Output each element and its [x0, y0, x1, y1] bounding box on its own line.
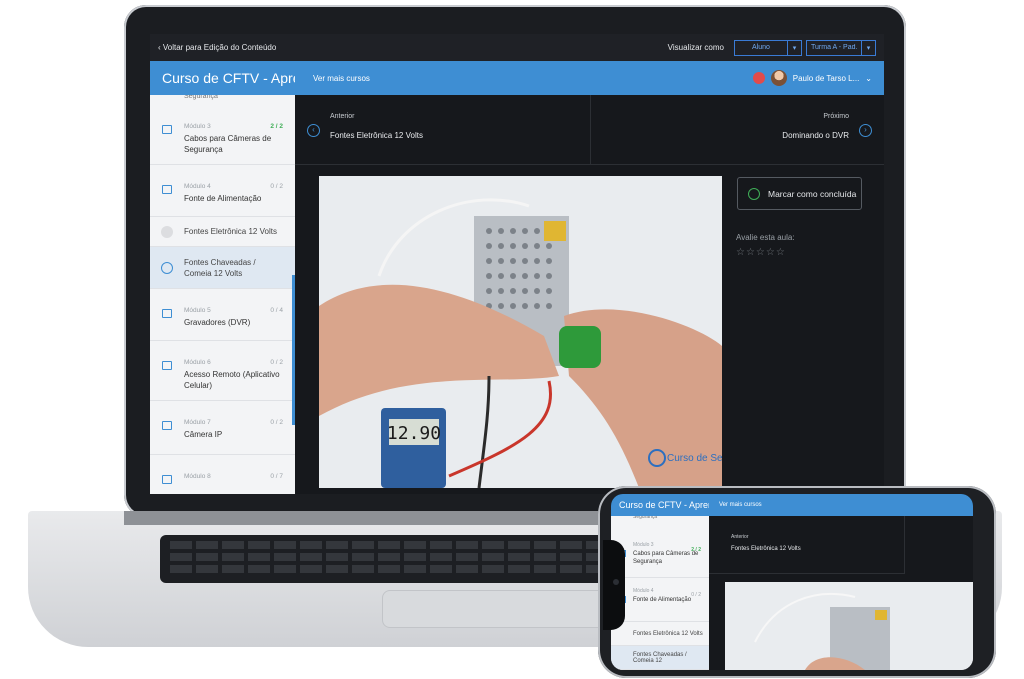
back-to-edit-link[interactable]: ‹ Voltar para Edição do Conteúdo — [158, 43, 668, 52]
phone-lesson-content: Anterior Fontes Eletrônica 12 Volts — [709, 516, 973, 670]
phone-lesson-fontes-eletronica[interactable]: Fontes Eletrônica 12 Volts — [611, 622, 709, 646]
phone-more-courses-link[interactable]: Ver mais cursos — [719, 502, 762, 508]
sidebar-module-6[interactable]: Módulo 6 0 / 2 Acesso Remoto (Aplicativo… — [150, 341, 295, 401]
lesson-navigation: ‹ Anterior Fontes Eletrônica 12 Volts Pr… — [295, 95, 884, 165]
phone-previous-lesson-link[interactable]: Anterior Fontes Eletrônica 12 Volts — [709, 516, 905, 574]
multimeter-reading: 12.90 — [387, 423, 441, 444]
device-mockup: ‹ Voltar para Edição do Conteúdo Visuali… — [0, 0, 1024, 679]
chevron-down-icon: ▾ — [861, 39, 875, 56]
sidebar-cut-text: Segurança — [184, 95, 218, 100]
chevron-left-icon[interactable]: ‹ — [307, 124, 320, 137]
phone-course-title: Curso de CFTV - Aprend ≡ — [619, 500, 709, 510]
star-rating[interactable]: ☆☆☆☆☆ — [736, 247, 786, 258]
chevron-right-icon[interactable]: › — [859, 124, 872, 137]
course-header: Curso de CFTV - Aprend ≡ Ver mais cursos… — [150, 61, 884, 95]
phone-screen: Curso de CFTV - Aprend ≡ Ver mais cursos… — [611, 494, 973, 670]
folder-plus-icon — [162, 475, 172, 484]
sidebar-module-5[interactable]: Módulo 5 0 / 4 Gravadores (DVR) — [150, 289, 295, 341]
phone-notch — [603, 540, 625, 630]
phone-video-frame — [725, 582, 973, 670]
lesson-status-icon — [161, 226, 173, 238]
course-title: Curso de CFTV - Aprend ≡ — [162, 70, 295, 86]
phone-lesson-fontes-chaveadas[interactable]: Fontes Chaveadas / Comeia 12 — [611, 646, 709, 670]
folder-plus-icon — [162, 361, 172, 370]
video-frame: 12.90 Curso de Segurança — [319, 176, 722, 488]
user-menu[interactable]: Paulo de Tarso L... ⌄ — [752, 70, 884, 86]
phone-sidebar-module-3[interactable]: Módulo 3 2 / 2 Cabos para Câmeras de Seg… — [611, 522, 709, 578]
sidebar-module-7[interactable]: Módulo 7 0 / 2 Câmera IP — [150, 401, 295, 455]
top-bar: ‹ Voltar para Edição do Conteúdo Visuali… — [150, 34, 884, 61]
phone-video-player[interactable] — [725, 582, 973, 670]
lesson-content: ‹ Anterior Fontes Eletrônica 12 Volts Pr… — [295, 95, 884, 494]
notification-badge-icon[interactable] — [752, 72, 765, 84]
video-watermark: Curso de Segurança — [667, 453, 722, 464]
user-name: Paulo de Tarso L... — [792, 73, 860, 83]
course-sidebar: Segurança Módulo 3 2 / 2 Cabos para Câme… — [150, 95, 295, 494]
next-lesson-link[interactable]: Próximo Dominando o DVR › — [591, 95, 884, 165]
folder-plus-icon — [162, 309, 172, 318]
circle-check-icon — [748, 187, 760, 200]
lesson-status-icon — [161, 262, 173, 274]
folder-plus-icon — [162, 185, 172, 194]
mark-complete-button[interactable]: Marcar como concluída — [737, 177, 862, 210]
folder-plus-icon — [162, 421, 172, 430]
phone-course-header: Curso de CFTV - Aprend ≡ Ver mais cursos — [611, 494, 973, 516]
sidebar-lesson-fontes-eletronica[interactable]: Fontes Eletrônica 12 Volts — [150, 217, 295, 247]
sidebar-module-8[interactable]: Módulo 8 0 / 7 — [150, 455, 295, 494]
camera-icon — [613, 579, 619, 585]
previous-lesson-link[interactable]: ‹ Anterior Fontes Eletrônica 12 Volts — [295, 95, 591, 165]
laptop-screen: ‹ Voltar para Edição do Conteúdo Visuali… — [150, 34, 884, 494]
view-as-label: Visualizar como — [667, 43, 724, 52]
phone-sidebar: Segurança Módulo 3 2 / 2 Cabos para Câme… — [611, 516, 709, 670]
rate-lesson-label: Avalie esta aula: — [736, 233, 795, 242]
phone-sidebar-module-4[interactable]: Módulo 4 0 / 2 Fonte de Alimentação — [611, 578, 709, 622]
class-select[interactable]: Turma A - Pad... ▾ — [806, 39, 876, 56]
more-courses-link[interactable]: Ver mais cursos — [313, 74, 753, 83]
chevron-down-icon: ⌄ — [865, 73, 872, 83]
video-player[interactable]: 12.90 Curso de Segurança — [319, 176, 722, 488]
role-select[interactable]: Aluno ▾ — [734, 39, 802, 56]
folder-plus-icon — [162, 125, 172, 134]
avatar — [770, 70, 787, 86]
sidebar-module-3[interactable]: Módulo 3 2 / 2 Cabos para Câmeras de Seg… — [150, 105, 295, 165]
chevron-down-icon: ▾ — [787, 39, 801, 56]
sidebar-module-4[interactable]: Módulo 4 0 / 2 Fonte de Alimentação — [150, 165, 295, 217]
sidebar-lesson-fontes-chaveadas[interactable]: Fontes Chaveadas / Comeia 12 Volts — [150, 247, 295, 289]
